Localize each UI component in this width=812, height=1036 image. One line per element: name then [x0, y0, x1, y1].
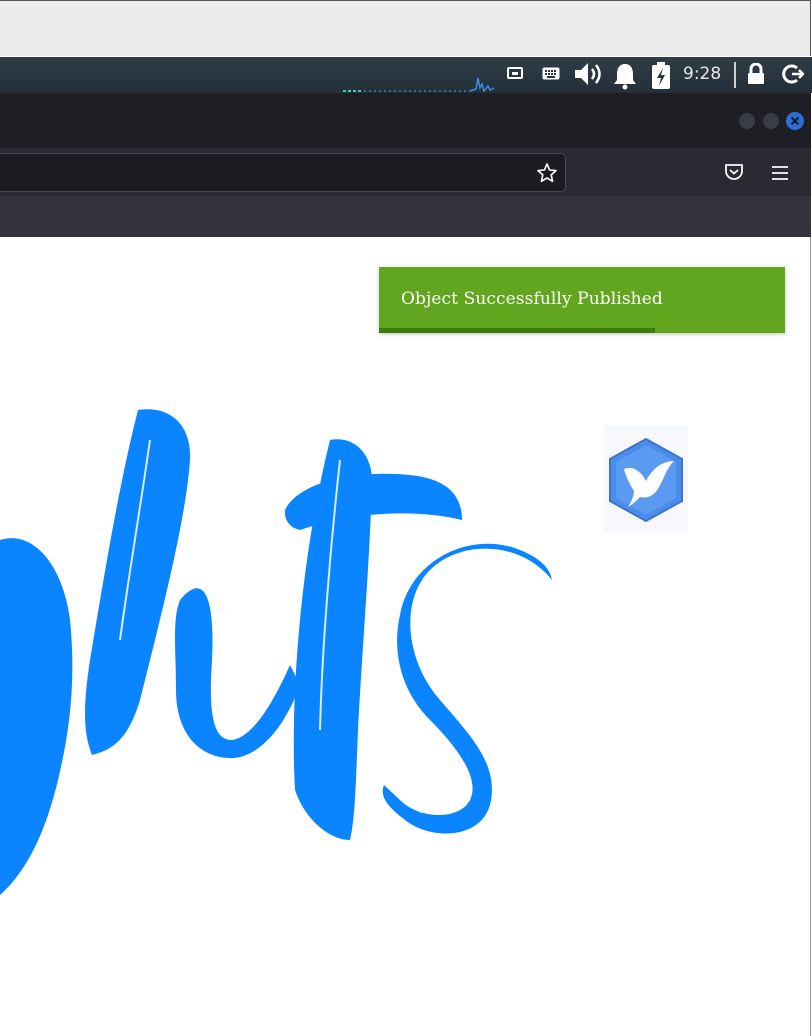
tray-separator — [734, 62, 736, 88]
cpu-usage-graph — [343, 77, 495, 92]
bookmarks-toolbar — [0, 196, 811, 238]
minimize-button[interactable] — [739, 113, 755, 129]
url-bar[interactable] — [0, 153, 566, 192]
success-toast[interactable]: Object Successfully Published — [379, 267, 785, 333]
bookmark-star-icon[interactable] — [536, 162, 558, 184]
bird-hexagon-icon[interactable] — [604, 425, 688, 533]
pocket-icon[interactable] — [724, 163, 746, 183]
toast-progress-bar — [379, 328, 656, 333]
toast-message: Object Successfully Published — [401, 289, 663, 309]
maximize-button[interactable] — [763, 113, 779, 129]
battery-charging-icon[interactable] — [650, 62, 672, 90]
network-icon[interactable] — [506, 62, 524, 84]
clock[interactable]: 9:28 — [683, 64, 721, 84]
top-window-strip — [0, 0, 811, 56]
volume-icon[interactable] — [573, 62, 605, 86]
browser-titlebar — [0, 93, 811, 148]
close-icon — [790, 116, 800, 126]
close-button[interactable] — [786, 112, 804, 130]
brush-logo-graphic — [0, 409, 552, 895]
hamburger-menu-icon[interactable] — [771, 165, 789, 181]
keyboard-icon[interactable] — [541, 62, 561, 84]
notification-bell-icon[interactable] — [610, 62, 640, 90]
logout-icon[interactable] — [781, 62, 805, 86]
lock-icon[interactable] — [745, 62, 767, 86]
